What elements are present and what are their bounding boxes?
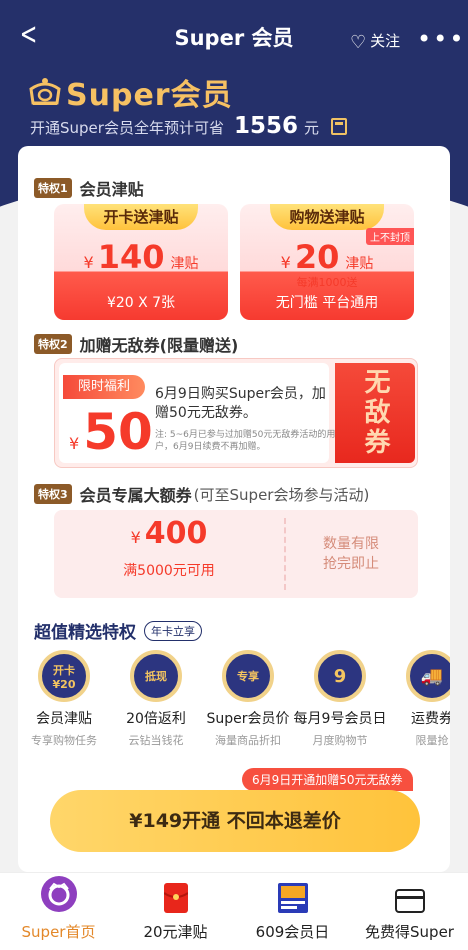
privilege-name: 会员津贴 [36, 711, 92, 727]
savings-amount: 1556 [233, 113, 298, 139]
coupon-open-card[interactable]: 开卡送津贴 ¥140 津贴 ¥20 X 7张 [54, 204, 228, 320]
truck-icon: 🚚 [406, 650, 450, 702]
perk1-tag: 特权1 [34, 178, 72, 198]
tab-member-day[interactable]: 609会员日 [234, 873, 351, 950]
card-icon [351, 873, 468, 913]
privilege-item-allowance[interactable]: 开卡¥20 会员津贴 专享购物任务 [18, 650, 114, 748]
perk1-header: 特权1 会员津贴 [34, 176, 144, 200]
tab-label: Super首页 [21, 923, 96, 941]
perk2-tag: 特权2 [34, 334, 72, 354]
privilege-name: 运费券 [411, 711, 450, 727]
coupon-value: 20 [294, 238, 340, 276]
savings-label: 开通Super会员全年预计可省 [30, 119, 224, 137]
more-button[interactable]: ••• [417, 27, 465, 51]
selection-header: 超值精选特权 年卡立享 [34, 618, 202, 643]
perk3-header: 特权3 会员专属大额券 (可至Super会场参与活动) [34, 482, 369, 506]
red-envelope-icon [117, 873, 234, 913]
benefits-card: 特权1 会员津贴 开卡送津贴 ¥140 津贴 ¥20 X 7张 购物送津贴 上不封… [18, 146, 450, 872]
coupon-condition: 满5000元可用 [123, 563, 215, 579]
privilege-list: 开卡¥20 会员津贴 专享购物任务 抵现 20倍返利 云钻当钱花 专享 Supe… [18, 650, 450, 750]
privilege-item-member-price[interactable]: 专享 Super会员价 海量商品折扣 [198, 650, 298, 748]
status-line-1: 数量有限 [323, 536, 379, 552]
coupon-value: 140 [97, 238, 165, 276]
perk2-header: 特权2 加赠无敌券(限量赠送) [34, 332, 238, 356]
calculator-icon[interactable] [330, 117, 347, 135]
privilege-item-day9[interactable]: 9 每月9号会员日 月度购物节 [290, 650, 390, 748]
tab-super-home[interactable]: Super首页 [0, 873, 117, 950]
tab-label: 20元津贴 [143, 923, 208, 941]
coupon-amount: ¥20 津贴 [240, 238, 414, 276]
top-nav-bar: < Super 会员 ♡ 关注 ••• [0, 0, 468, 72]
coupon-unit: 津贴 [170, 256, 199, 272]
cashback-icon: 抵现 [130, 650, 182, 702]
brand-logo: Super会员 [28, 72, 233, 113]
coupon-ribbon: 购物送津贴 [270, 204, 384, 230]
perk2-title: 加赠无敌券(限量赠送) [79, 336, 239, 355]
limited-badge: 限时福利 [63, 375, 145, 399]
open-membership-button[interactable]: ¥149开通 不回本退差价 [50, 790, 420, 852]
crown-icon [0, 873, 117, 913]
brand-name: Super会员 [66, 78, 233, 113]
coupon-value: 400 [144, 516, 208, 551]
coupon-amount: ¥50 [69, 403, 153, 461]
status-line-2: 抢完即止 [323, 556, 379, 572]
coupon-footer: 无门槛 平台通用 [275, 295, 379, 311]
coupon-amount: ¥140 津贴 [54, 238, 228, 276]
perk1-title: 会员津贴 [79, 180, 144, 199]
coupon-shopping[interactable]: 购物送津贴 上不封顶 ¥20 津贴 每满1000送 无门槛 平台通用 [240, 204, 414, 320]
coupon-condition: 每满1000送 [296, 276, 358, 289]
tab-label: 609会员日 [255, 923, 330, 941]
large-coupon[interactable]: ¥400 满5000元可用 数量有限 抢完即止 [54, 510, 418, 598]
perk3-subtitle: (可至Super会场参与活动) [193, 485, 370, 504]
currency-symbol: ¥ [280, 253, 291, 272]
privilege-sub: 月度购物节 [312, 734, 368, 747]
follow-label: 关注 [370, 32, 401, 50]
coupon-status: 数量有限 抢完即止 [284, 534, 418, 574]
follow-button[interactable]: ♡ 关注 [350, 30, 400, 53]
coupon-footer: ¥20 X 7张 [106, 295, 176, 311]
coupon-body: 限时福利 ¥50 6月9日购买Super会员，加赠50元无敌券。 注: 5~6月… [59, 363, 335, 463]
privilege-sub: 云钻当钱花 [128, 734, 184, 747]
privilege-sub: 限量抢 [415, 734, 449, 747]
event-poster-icon [234, 873, 351, 913]
invincible-coupon[interactable]: 限时福利 ¥50 6月9日购买Super会员，加赠50元无敌券。 注: 5~6月… [54, 358, 418, 468]
allowance-coin-icon: 开卡¥20 [38, 650, 90, 702]
coupon-unit: 津贴 [345, 256, 374, 272]
privilege-item-shipping[interactable]: 🚚 运费券 限量抢 [382, 650, 450, 748]
savings-unit: 元 [303, 119, 319, 137]
member-price-icon: 专享 [222, 650, 274, 702]
coupon-description: 6月9日购买Super会员，加赠50元无敌券。 [155, 386, 326, 421]
tab-free-super[interactable]: 免费得Super [351, 873, 468, 950]
annual-savings: 开通Super会员全年预计可省 1556 元 [30, 113, 347, 139]
perk3-title: 会员专属大额券 [79, 486, 192, 505]
privilege-name: Super会员价 [206, 711, 290, 727]
coupon-ribbon: 开卡送津贴 [84, 204, 198, 230]
privilege-item-cashback[interactable]: 抵现 20倍返利 云钻当钱花 [106, 650, 206, 748]
coupon-value-area: ¥400 满5000元可用 [54, 510, 284, 598]
privilege-sub: 专享购物任务 [31, 734, 97, 747]
selection-tag: 年卡立享 [144, 620, 202, 641]
crown-logo-icon [29, 78, 61, 105]
tab-label: 免费得Super [365, 923, 454, 941]
coupon-value: 50 [83, 403, 153, 461]
coupon-amount: ¥400 [54, 516, 284, 551]
privilege-sub: 海量商品折扣 [215, 734, 281, 747]
promo-bubble: 6月9日开通加赠50元无敌券 [242, 768, 413, 791]
currency-symbol: ¥ [83, 253, 94, 272]
day9-icon: 9 [314, 650, 366, 702]
currency-symbol: ¥ [130, 528, 141, 547]
coupon-note: 注: 5~6月已参与过加赠50元无敌券活动的用户，6月9日续费不再加赠。 [155, 430, 336, 452]
perk3-tag: 特权3 [34, 484, 72, 504]
coupon-side-label: 无敌券 [335, 363, 415, 463]
privilege-name: 20倍返利 [126, 711, 186, 727]
currency-symbol: ¥ [69, 434, 80, 453]
selection-title: 超值精选特权 [34, 623, 136, 643]
bottom-tab-bar: Super首页 20元津贴 609会员日 免费得Super [0, 872, 468, 950]
heart-icon: ♡ [350, 32, 367, 53]
tab-allowance[interactable]: 20元津贴 [117, 873, 234, 950]
privilege-name: 每月9号会员日 [293, 711, 387, 727]
